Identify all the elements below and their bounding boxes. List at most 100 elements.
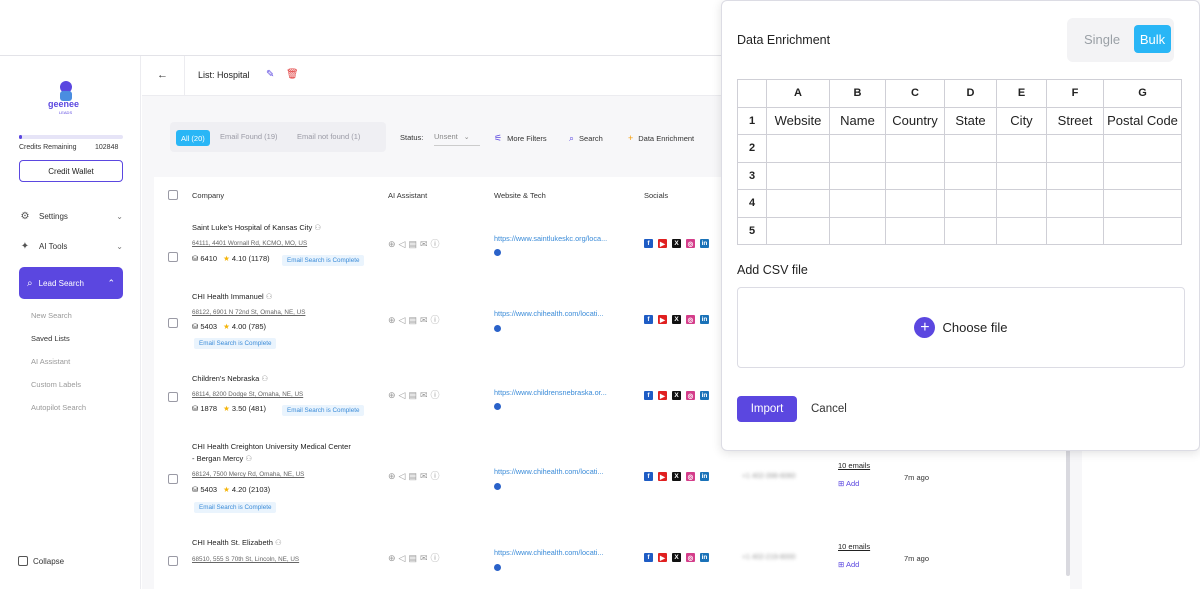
field-cell-city[interactable]: City — [996, 106, 1047, 135]
more-filters-button[interactable]: ⚟ More Filters — [494, 133, 547, 144]
toggle-bulk[interactable]: Bulk — [1134, 25, 1171, 53]
ai-action-icons[interactable]: ⊕◁▤✉ⓘ — [388, 237, 443, 250]
x-icon[interactable]: X — [672, 553, 681, 562]
edit-icon[interactable]: ✎ — [266, 69, 274, 80]
company-address[interactable]: 68124, 7500 Mercy Rd, Omaha, NE, US — [192, 471, 304, 478]
grid-cell[interactable] — [1046, 216, 1104, 245]
grid-cell[interactable] — [944, 216, 997, 245]
instagram-icon[interactable]: ◎ — [686, 472, 695, 481]
website-link[interactable]: https://www.chihealth.com/locati... — [494, 309, 604, 318]
trash-icon[interactable]: 🗑 — [286, 69, 299, 80]
sidebar-subitem-autopilot-search[interactable]: Autopilot Search — [31, 403, 86, 412]
x-icon[interactable]: X — [672, 391, 681, 400]
field-cell-street[interactable]: Street — [1046, 106, 1104, 135]
grid-cell[interactable] — [885, 216, 945, 245]
import-button[interactable]: Import — [737, 396, 797, 422]
row-checkbox[interactable] — [168, 318, 178, 328]
instagram-icon[interactable]: ◎ — [686, 315, 695, 324]
table-scrollbar[interactable] — [1066, 446, 1070, 576]
company-address[interactable]: 68122, 6901 N 72nd St, Omaha, NE, US — [192, 309, 305, 316]
instagram-icon[interactable]: ◎ — [686, 391, 695, 400]
emails-link[interactable]: 10 emails — [838, 461, 870, 470]
facebook-icon[interactable]: f — [644, 315, 653, 324]
ai-action-icons[interactable]: ⊕◁▤✉ⓘ — [388, 469, 443, 482]
filter-all-chip[interactable]: All (20) — [176, 130, 210, 146]
grid-cell[interactable] — [829, 189, 886, 218]
website-link[interactable]: https://www.chihealth.com/locati... — [494, 548, 604, 557]
ai-action-icons[interactable]: ⊕◁▤✉ⓘ — [388, 388, 443, 401]
company-address[interactable]: 64111, 4401 Wornall Rd, KCMO, MO, US — [192, 240, 307, 247]
grid-cell[interactable] — [885, 134, 945, 163]
x-icon[interactable]: X — [672, 315, 681, 324]
youtube-icon[interactable]: ▶ — [658, 553, 667, 562]
filter-email-found[interactable]: Email Found (19) — [220, 132, 278, 141]
youtube-icon[interactable]: ▶ — [658, 315, 667, 324]
grid-cell[interactable] — [829, 216, 886, 245]
grid-cell[interactable] — [944, 134, 997, 163]
cancel-button[interactable]: Cancel — [811, 403, 847, 415]
instagram-icon[interactable]: ◎ — [686, 239, 695, 248]
youtube-icon[interactable]: ▶ — [658, 391, 667, 400]
search-button[interactable]: ⌕ Search — [569, 133, 603, 144]
company-name[interactable]: Children's Nebraska ⚇ — [192, 373, 268, 385]
company-address[interactable]: 68510, 555 S 70th St, Lincoln, NE, US — [192, 556, 299, 563]
grid-cell[interactable] — [829, 134, 886, 163]
company-name[interactable]: CHI Health St. Elizabeth ⚇ — [192, 537, 282, 549]
youtube-icon[interactable]: ▶ — [658, 472, 667, 481]
field-cell-postal-code[interactable]: Postal Code — [1103, 106, 1182, 135]
field-cell-website[interactable]: Website — [766, 106, 830, 135]
facebook-icon[interactable]: f — [644, 553, 653, 562]
back-arrow-icon[interactable]: ← — [157, 69, 168, 81]
grid-cell[interactable] — [766, 189, 830, 218]
grid-cell[interactable] — [1046, 134, 1104, 163]
row-checkbox[interactable] — [168, 556, 178, 566]
instagram-icon[interactable]: ◎ — [686, 553, 695, 562]
grid-cell[interactable] — [996, 189, 1047, 218]
x-icon[interactable]: X — [672, 239, 681, 248]
website-link[interactable]: https://www.saintlukeskc.org/loca... — [494, 234, 607, 243]
grid-cell[interactable] — [996, 161, 1047, 190]
grid-cell[interactable] — [885, 189, 945, 218]
field-cell-country[interactable]: Country — [885, 106, 945, 135]
sidebar-item-settings[interactable]: ⚙ Settings ⌄ — [19, 207, 123, 225]
linkedin-icon[interactable]: in — [700, 315, 709, 324]
data-enrichment-button[interactable]: + Data Enrichment — [628, 133, 694, 143]
youtube-icon[interactable]: ▶ — [658, 239, 667, 248]
linkedin-icon[interactable]: in — [700, 553, 709, 562]
grid-cell[interactable] — [766, 216, 830, 245]
sidebar-item-ai-tools[interactable]: ✦ AI Tools ⌄ — [19, 237, 123, 255]
facebook-icon[interactable]: f — [644, 391, 653, 400]
emails-link[interactable]: 10 emails — [838, 542, 870, 551]
grid-cell[interactable] — [1103, 189, 1182, 218]
company-name[interactable]: CHI Health Creighton University Medical … — [192, 441, 351, 465]
grid-cell[interactable] — [829, 161, 886, 190]
toggle-single[interactable]: Single — [1084, 32, 1120, 47]
credit-wallet-button[interactable]: Credit Wallet — [19, 160, 123, 182]
facebook-icon[interactable]: f — [644, 472, 653, 481]
status-select[interactable]: Unsent ⌄ — [434, 128, 480, 146]
company-address[interactable]: 68114, 8200 Dodge St, Omaha, NE, US — [192, 391, 303, 398]
row-checkbox[interactable] — [168, 392, 178, 402]
grid-cell[interactable] — [1103, 161, 1182, 190]
sidebar-subitem-new-search[interactable]: New Search — [31, 311, 72, 320]
grid-cell[interactable] — [944, 161, 997, 190]
linkedin-icon[interactable]: in — [700, 239, 709, 248]
website-link[interactable]: https://www.chihealth.com/locati... — [494, 467, 604, 476]
company-name[interactable]: CHI Health Immanuel ⚇ — [192, 291, 273, 303]
field-cell-state[interactable]: State — [944, 106, 997, 135]
sidebar-subitem-saved-lists[interactable]: Saved Lists — [31, 334, 70, 343]
grid-cell[interactable] — [766, 134, 830, 163]
grid-cell[interactable] — [1103, 216, 1182, 245]
collapse-button[interactable]: Collapse — [18, 556, 64, 566]
row-checkbox[interactable] — [168, 474, 178, 484]
grid-cell[interactable] — [944, 189, 997, 218]
sidebar-item-lead-search[interactable]: ⌕ Lead Search ⌃ — [19, 267, 123, 299]
csv-drop-zone[interactable]: + Choose file — [737, 287, 1185, 368]
company-name[interactable]: Saint Luke's Hospital of Kansas City ⚇ — [192, 222, 321, 234]
grid-cell[interactable] — [1103, 134, 1182, 163]
grid-cell[interactable] — [885, 161, 945, 190]
grid-cell[interactable] — [996, 134, 1047, 163]
linkedin-icon[interactable]: in — [700, 391, 709, 400]
filter-email-not-found[interactable]: Email not found (1) — [297, 132, 360, 141]
sidebar-subitem-custom-labels[interactable]: Custom Labels — [31, 380, 81, 389]
